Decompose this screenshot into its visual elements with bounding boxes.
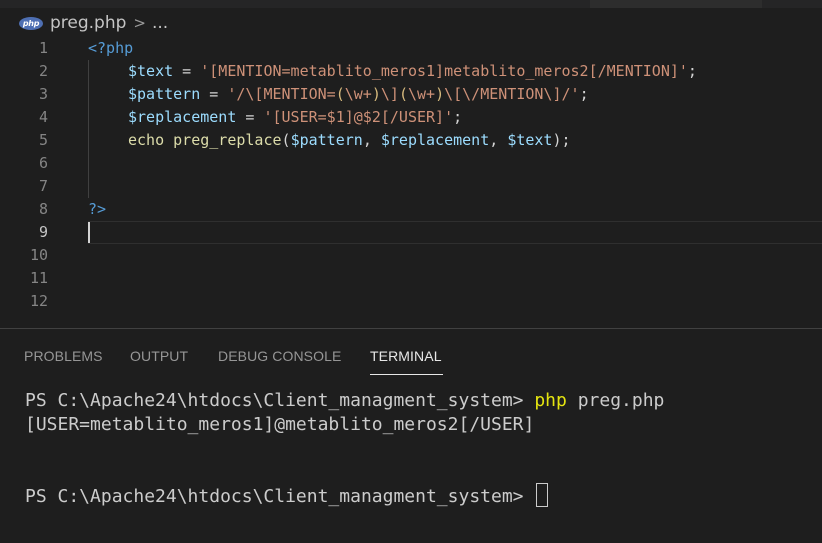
string-token: '[MENTION=metablito_meros1]metablito_mer… bbox=[200, 62, 688, 80]
regex-group-token: ( bbox=[398, 85, 408, 103]
line-number: 12 bbox=[29, 292, 48, 310]
paren-token: ); bbox=[552, 131, 571, 149]
semicolon-token: ; bbox=[579, 85, 589, 103]
line-number: 5 bbox=[38, 131, 48, 149]
line-number: 2 bbox=[38, 62, 48, 80]
chevron-right-icon: > bbox=[133, 14, 146, 32]
regex-group-token: ) bbox=[435, 85, 445, 103]
terminal-line: PS C:\Apache24\htdocs\Client_managment_s… bbox=[25, 389, 664, 413]
line-number: 4 bbox=[38, 108, 48, 126]
php-open-tag: <?php bbox=[88, 39, 134, 57]
echo-keyword: echo bbox=[128, 131, 165, 149]
active-tab-indicator bbox=[370, 374, 443, 375]
breadcrumb: php preg.php > ... bbox=[0, 8, 822, 38]
terminal-cursor-icon bbox=[536, 483, 549, 507]
php-close-tag: ?> bbox=[88, 200, 107, 218]
tab-debug-console[interactable]: DEBUG CONSOLE bbox=[218, 348, 341, 364]
variable-token: $text bbox=[128, 62, 174, 80]
variable-token: $replacement bbox=[128, 108, 237, 126]
variable-token: $pattern bbox=[128, 85, 201, 103]
tab-terminal[interactable]: TERMINAL bbox=[370, 348, 442, 364]
regex-group-token: ) bbox=[371, 85, 381, 103]
line-number: 6 bbox=[38, 154, 48, 172]
terminal-prompt: PS C:\Apache24\htdocs\Client_managment_s… bbox=[25, 390, 535, 411]
variable-token: $text bbox=[507, 131, 553, 149]
terminal-prompt: PS C:\Apache24\htdocs\Client_managment_s… bbox=[25, 486, 535, 507]
terminal-line: PS C:\Apache24\htdocs\Client_managment_s… bbox=[25, 483, 549, 509]
regex-token: '/\[MENTION= bbox=[227, 85, 336, 103]
paren-token: ( bbox=[281, 131, 291, 149]
operator-token: = bbox=[173, 62, 201, 80]
code-editor[interactable]: 1 2 3 4 5 6 7 8 9 10 11 12 <?php $text =… bbox=[0, 37, 822, 327]
code-line-5[interactable]: echo preg_replace($pattern, $replacement… bbox=[88, 129, 571, 152]
terminal-argument: preg.php bbox=[566, 390, 665, 411]
code-line-8[interactable]: ?> bbox=[88, 198, 106, 221]
terminal-command: php bbox=[534, 390, 567, 411]
regex-token: /' bbox=[561, 85, 580, 103]
text-cursor-icon bbox=[88, 222, 90, 243]
function-token: preg_replace bbox=[173, 131, 282, 149]
breadcrumb-more[interactable]: ... bbox=[152, 13, 168, 33]
regex-token: \w+ bbox=[407, 85, 436, 103]
terminal-output: [USER=metablito_meros1]@metablito_meros2… bbox=[25, 414, 535, 435]
bottom-panel: PROBLEMS OUTPUT DEBUG CONSOLE TERMINAL P… bbox=[0, 328, 822, 543]
variable-token: $replacement bbox=[380, 131, 490, 149]
operator-token: = bbox=[200, 85, 228, 103]
line-number: 11 bbox=[29, 269, 48, 287]
current-line-highlight bbox=[88, 221, 822, 244]
regex-group-token: ( bbox=[335, 85, 345, 103]
line-number: 10 bbox=[29, 246, 48, 264]
line-number: 1 bbox=[38, 39, 48, 57]
comma-token: , bbox=[489, 131, 508, 149]
tab-bar-shade bbox=[590, 0, 762, 8]
tab-bar-strip bbox=[0, 0, 822, 8]
variable-token: $pattern bbox=[290, 131, 363, 149]
line-number-active: 9 bbox=[38, 223, 48, 241]
string-token: '[USER=$1]@$2[/USER]' bbox=[263, 108, 454, 126]
regex-token: \] bbox=[380, 85, 399, 103]
code-line-4[interactable]: $replacement = '[USER=$1]@$2[/USER]'; bbox=[88, 106, 462, 129]
semicolon-token: ; bbox=[687, 62, 697, 80]
line-number: 7 bbox=[38, 177, 48, 195]
code-line-3[interactable]: $pattern = '/\[MENTION=(\w+)\](\w+)\[\/M… bbox=[88, 83, 589, 106]
tab-output[interactable]: OUTPUT bbox=[130, 348, 188, 364]
regex-token: \w+ bbox=[344, 85, 372, 103]
regex-token: \[\/MENTION\] bbox=[444, 85, 562, 103]
comma-token: , bbox=[362, 131, 381, 149]
line-number: 3 bbox=[38, 85, 48, 103]
code-line-2[interactable]: $text = '[MENTION=metablito_meros1]metab… bbox=[88, 60, 697, 83]
panel-tabs: PROBLEMS OUTPUT DEBUG CONSOLE TERMINAL bbox=[0, 329, 822, 377]
breadcrumb-file[interactable]: preg.php bbox=[50, 13, 126, 33]
line-number: 8 bbox=[38, 200, 48, 218]
code-line-1[interactable]: <?php bbox=[88, 37, 133, 60]
semicolon-token: ; bbox=[453, 108, 463, 126]
operator-token: = bbox=[236, 108, 264, 126]
php-file-icon: php bbox=[19, 16, 43, 30]
tab-problems[interactable]: PROBLEMS bbox=[24, 348, 103, 364]
